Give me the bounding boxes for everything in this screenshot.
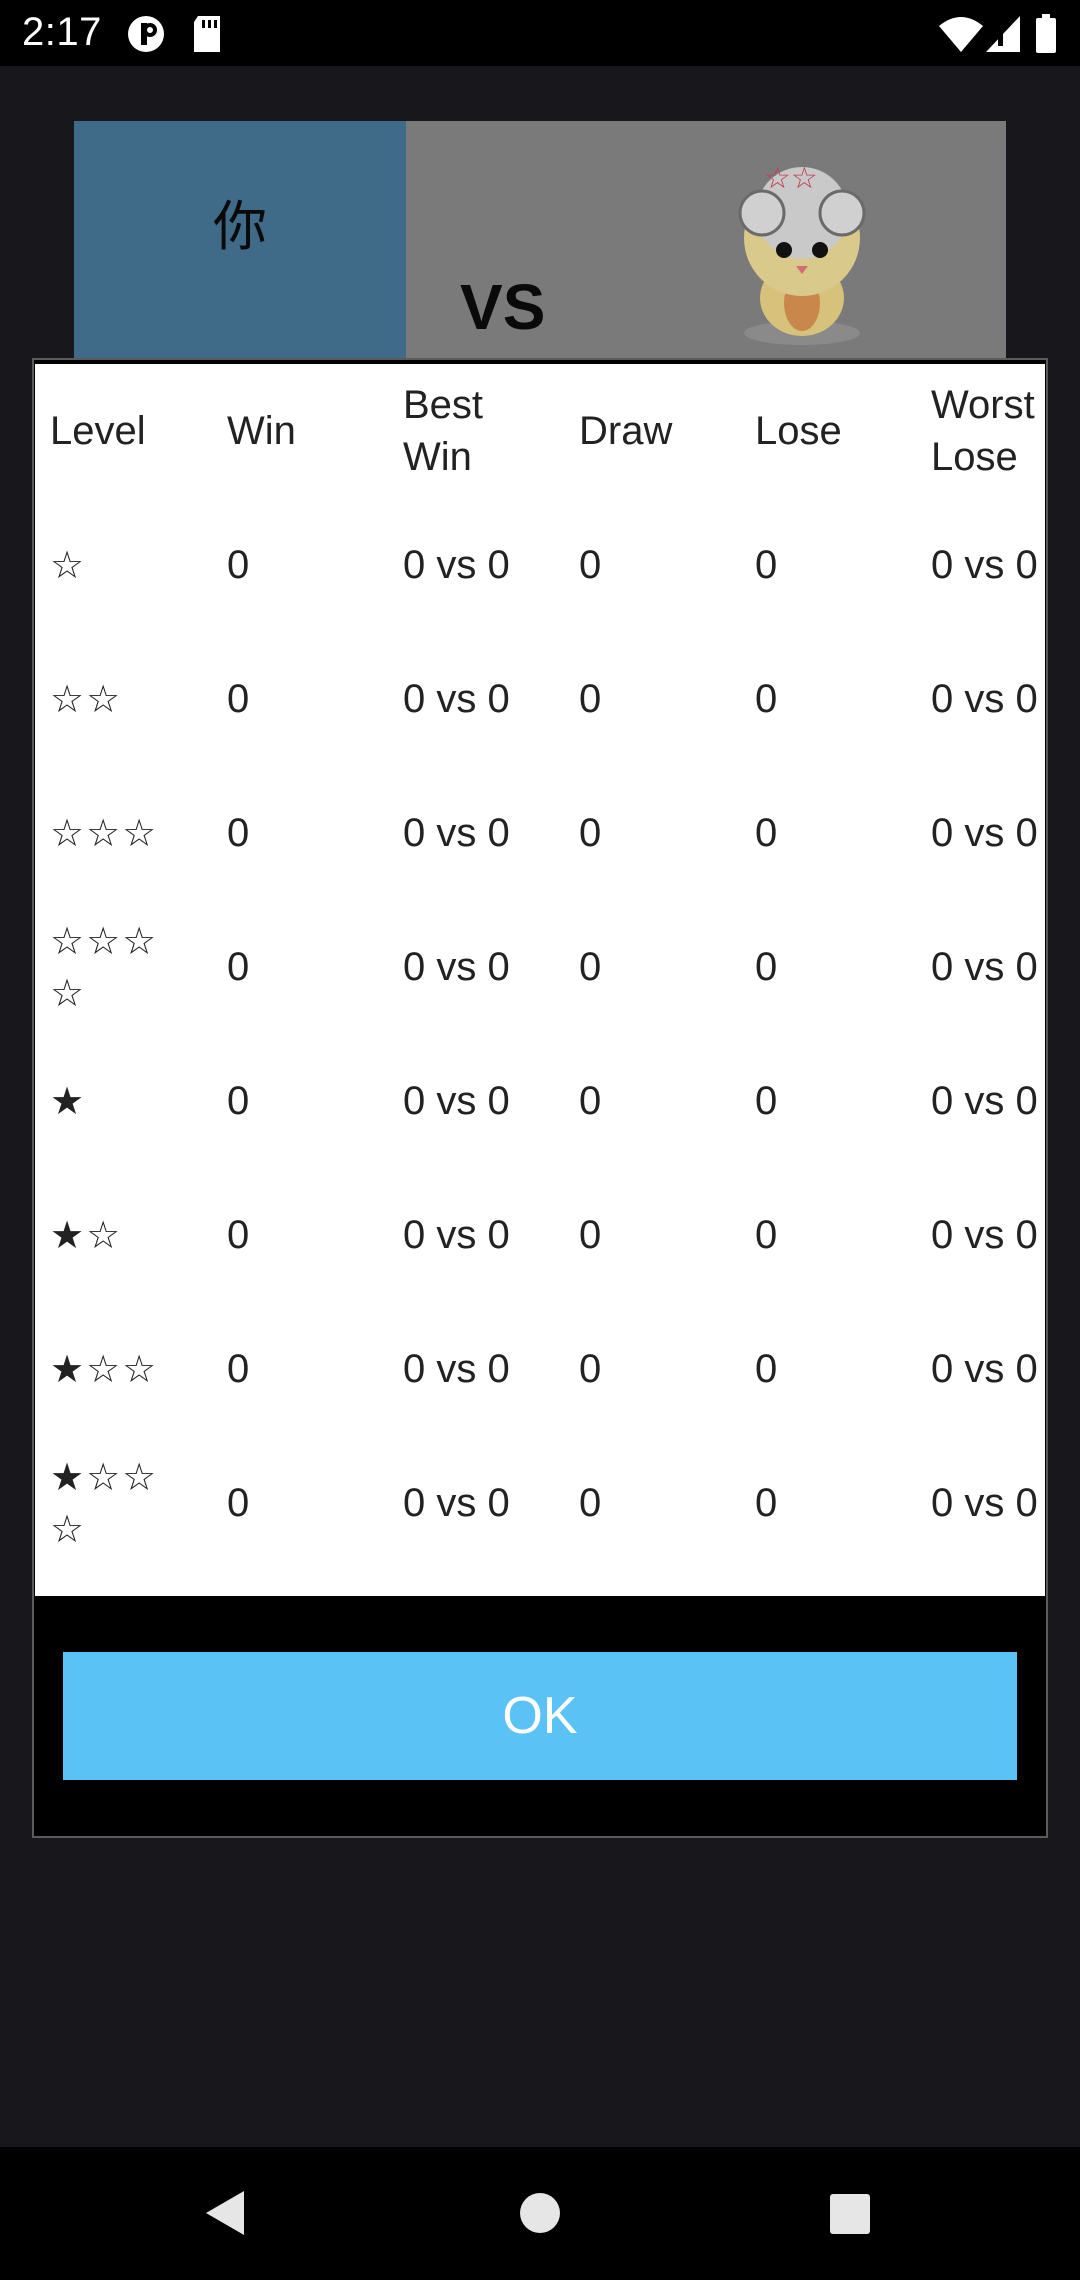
- opponent-cat-avatar: ☆☆: [722, 158, 882, 353]
- table-row: ☆☆☆☆ 0 0 vs 0 0 0 0 vs 0: [35, 900, 1045, 1034]
- signal-app-icon: [126, 14, 166, 59]
- best-win-cell: 0 vs 0: [403, 1481, 510, 1525]
- draw-cell: 0: [579, 1213, 602, 1257]
- level-cell: ☆: [50, 543, 87, 587]
- header-best-win: Best Win: [403, 383, 484, 479]
- draw-cell: 0: [579, 1481, 602, 1525]
- table-header-row: Level Win Best Win Draw Lose Worst Lose: [35, 364, 1045, 498]
- best-win-cell: 0 vs 0: [403, 945, 510, 989]
- draw-cell: 0: [579, 677, 602, 721]
- worst-lose-cell: 0 vs 0: [931, 811, 1038, 855]
- draw-cell: 0: [579, 543, 602, 587]
- lose-cell: 0: [755, 1213, 778, 1257]
- home-icon[interactable]: [519, 2192, 561, 2239]
- header-worst-lose: Worst Lose: [931, 383, 1035, 479]
- draw-cell: 0: [579, 1079, 602, 1123]
- svg-text:☆☆: ☆☆: [764, 161, 818, 196]
- best-win-cell: 0 vs 0: [403, 543, 510, 587]
- win-cell: 0: [227, 1213, 250, 1257]
- best-win-cell: 0 vs 0: [403, 1213, 510, 1257]
- table-row: ★☆☆ 0 0 vs 0 0 0 0 vs 0: [35, 1302, 1045, 1436]
- sd-card-icon: [190, 14, 224, 59]
- win-cell: 0: [227, 1347, 250, 1391]
- win-cell: 0: [227, 1079, 250, 1123]
- win-cell: 0: [227, 543, 250, 587]
- table-row: ☆☆ 0 0 vs 0 0 0 0 vs 0: [35, 632, 1045, 766]
- cell-signal-icon: [984, 14, 1022, 59]
- level-cell: ★☆☆☆: [50, 1455, 159, 1551]
- level-cell: ☆☆☆☆: [50, 919, 159, 1015]
- win-cell: 0: [227, 811, 250, 855]
- best-win-cell: 0 vs 0: [403, 1079, 510, 1123]
- level-cell: ★☆☆: [50, 1347, 159, 1391]
- worst-lose-cell: 0 vs 0: [931, 1213, 1038, 1257]
- status-time: 2:17: [22, 10, 102, 54]
- lose-cell: 0: [755, 945, 778, 989]
- lose-cell: 0: [755, 811, 778, 855]
- status-bar: 2:17: [0, 0, 1080, 66]
- worst-lose-cell: 0 vs 0: [931, 1347, 1038, 1391]
- best-win-cell: 0 vs 0: [403, 811, 510, 855]
- best-win-cell: 0 vs 0: [403, 1347, 510, 1391]
- vs-label: VS: [460, 271, 546, 343]
- header-level: Level: [50, 409, 146, 453]
- navigation-bar: [0, 2147, 1080, 2280]
- win-cell: 0: [227, 945, 250, 989]
- worst-lose-cell: 0 vs 0: [931, 945, 1038, 989]
- lose-cell: 0: [755, 677, 778, 721]
- header-win: Win: [227, 409, 296, 453]
- stats-table: Level Win Best Win Draw Lose Worst Lose …: [35, 364, 1045, 1596]
- table-row: ★☆ 0 0 vs 0 0 0 0 vs 0: [35, 1168, 1045, 1302]
- win-cell: 0: [227, 1481, 250, 1525]
- worst-lose-cell: 0 vs 0: [931, 1481, 1038, 1525]
- table-row: ☆☆☆ 0 0 vs 0 0 0 0 vs 0: [35, 766, 1045, 900]
- recents-icon[interactable]: [829, 2193, 871, 2240]
- lose-cell: 0: [755, 1347, 778, 1391]
- header-draw: Draw: [579, 409, 673, 453]
- battery-icon: [1034, 14, 1058, 59]
- worst-lose-cell: 0 vs 0: [931, 1079, 1038, 1123]
- level-cell: ☆☆: [50, 677, 123, 721]
- draw-cell: 0: [579, 811, 602, 855]
- wifi-icon: [938, 14, 984, 59]
- level-cell: ★☆: [50, 1213, 123, 1257]
- level-cell: ☆☆☆: [50, 811, 159, 855]
- worst-lose-cell: 0 vs 0: [931, 543, 1038, 587]
- level-cell: ★: [50, 1079, 87, 1123]
- lose-cell: 0: [755, 543, 778, 587]
- table-row: ☆ 0 0 vs 0 0 0 0 vs 0: [35, 498, 1045, 632]
- draw-cell: 0: [579, 945, 602, 989]
- table-row: ★ 0 0 vs 0 0 0 0 vs 0: [35, 1034, 1045, 1168]
- header-lose: Lose: [755, 409, 842, 453]
- best-win-cell: 0 vs 0: [403, 677, 510, 721]
- player-label: 你: [213, 195, 267, 258]
- back-icon[interactable]: [204, 2189, 246, 2242]
- table-row: ★☆☆☆ 0 0 vs 0 0 0 0 vs 0: [35, 1436, 1045, 1570]
- worst-lose-cell: 0 vs 0: [931, 677, 1038, 721]
- win-cell: 0: [227, 677, 250, 721]
- lose-cell: 0: [755, 1481, 778, 1525]
- lose-cell: 0: [755, 1079, 778, 1123]
- ok-button[interactable]: OK: [63, 1652, 1017, 1780]
- draw-cell: 0: [579, 1347, 602, 1391]
